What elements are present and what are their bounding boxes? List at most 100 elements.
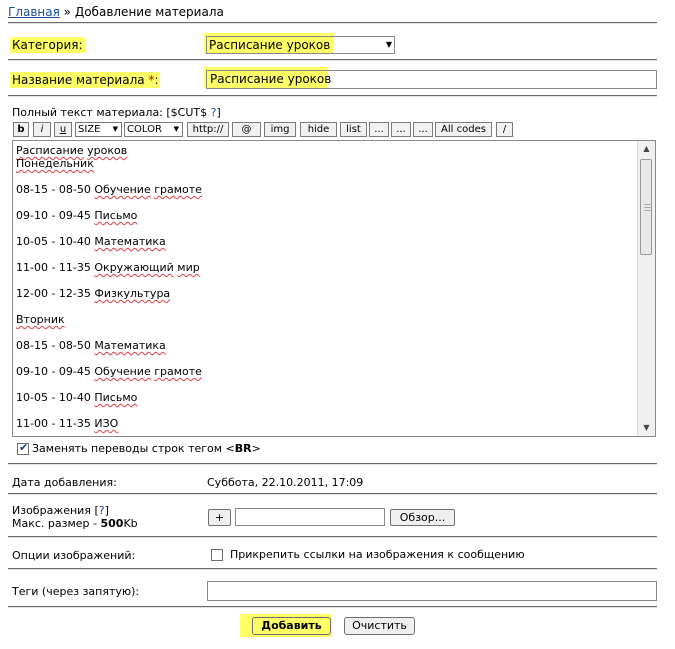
divider	[8, 493, 657, 495]
browse-button[interactable]: Обзор...	[390, 509, 455, 526]
content-text: 08-15 - 08-50	[16, 183, 95, 196]
content-line: Расписание уроков	[16, 144, 635, 157]
content-text: 09-10 - 09-45	[16, 209, 95, 222]
content-text: 08-15 - 08-50	[16, 339, 95, 352]
content-line: Понедельник	[16, 157, 635, 170]
checkmark-icon: ✔	[19, 441, 29, 454]
email-button[interactable]: @	[232, 122, 261, 137]
content-line	[16, 170, 635, 183]
content-line: 12-00 - 12-35 Физкультура	[16, 287, 635, 300]
fulltext-label-text: Полный текст материала: [$CUT$	[12, 106, 208, 119]
max-size-text: Макс. размер - 500Kb	[12, 517, 138, 530]
content-line: 08-15 - 08-50 Обучение грамоте	[16, 183, 635, 196]
breadcrumb-separator: »	[63, 5, 72, 19]
images-label: Изображения [?]	[12, 504, 109, 517]
spellcheck-word: Окружающий	[94, 261, 174, 274]
image-file-input[interactable]	[235, 508, 385, 526]
attach-links-label: Прикрепить ссылки на изображения к сообщ…	[230, 548, 525, 561]
content-text: 10-05 - 10-40	[16, 235, 95, 248]
spellcheck-word: мир	[177, 261, 200, 274]
italic-button[interactable]: i	[33, 122, 51, 137]
max-size-value: 500	[100, 517, 124, 530]
content-text: 11-00 - 11-35	[16, 417, 95, 430]
vertical-scrollbar[interactable]: ▲ — — — ▼	[637, 141, 655, 436]
tags-label: Теги (через запятую):	[12, 585, 140, 598]
divider	[8, 95, 657, 97]
spellcheck-word: ИЗО	[94, 417, 119, 430]
spellcheck-word: Обучение	[94, 365, 151, 378]
chevron-down-icon: ▼	[173, 125, 179, 133]
spellcheck-word: Обучение	[94, 183, 151, 196]
br-option-text: Заменять переводы строк тегом <	[32, 442, 235, 455]
content-line: Вторник	[16, 313, 635, 326]
max-size-unit: Kb	[123, 517, 138, 530]
color-select[interactable]: COLOR ▼	[124, 122, 183, 137]
bold-button[interactable]: b	[13, 122, 29, 137]
code-button-3[interactable]: ...	[413, 122, 433, 137]
fulltext-label-close: ]	[216, 106, 221, 119]
size-select[interactable]: SIZE ▼	[75, 122, 122, 137]
code-button-2[interactable]: ...	[391, 122, 411, 137]
size-select-label: SIZE	[78, 124, 101, 135]
content-text: 12-00 - 12-35	[16, 287, 95, 300]
spellcheck-word: Физкультура	[94, 287, 171, 300]
spellcheck-word: Понедельник	[16, 157, 94, 170]
category-select[interactable]: Расписание уроков ▼	[206, 36, 395, 54]
images-label-close: ]	[104, 504, 109, 517]
spellcheck-word: Вторник	[16, 313, 65, 326]
divider	[8, 59, 657, 61]
title-input[interactable]: Расписание уроков	[206, 70, 657, 89]
attach-links-checkbox[interactable]	[211, 549, 223, 561]
max-size-label: Макс. размер -	[12, 517, 101, 530]
image-options-label: Опции изображений:	[12, 549, 136, 562]
content-line	[16, 404, 635, 417]
scroll-up-icon[interactable]: ▲	[638, 141, 655, 157]
content-line: 10-05 - 10-40 Письмо	[16, 391, 635, 404]
content-line	[16, 196, 635, 209]
content-line: 08-15 - 08-50 Математика	[16, 339, 635, 352]
hide-button[interactable]: hide	[300, 122, 337, 137]
title-label: Название материала *:	[10, 72, 161, 88]
tags-input[interactable]	[207, 581, 657, 601]
breadcrumb: Главная » Добавление материала	[8, 5, 224, 19]
scroll-down-icon[interactable]: ▼	[638, 420, 655, 436]
content-line	[16, 326, 635, 339]
all-codes-button[interactable]: All codes	[435, 122, 492, 137]
content-line: 11-00 - 11-35 ИЗО	[16, 417, 635, 430]
spellcheck-word: грамоте	[154, 183, 202, 196]
fulltext-content: Расписание уроков Понедельник 08-15 - 08-…	[16, 144, 635, 430]
date-value: Суббота, 22.10.2011, 17:09	[207, 476, 364, 489]
scrollbar-thumb[interactable]: — — —	[640, 159, 652, 255]
spellcheck-word: Письмо	[94, 209, 138, 222]
list-button[interactable]: list	[340, 122, 367, 137]
fulltext-label: Полный текст материала: [$CUT$ ?]	[12, 106, 221, 119]
chevron-down-icon: ▼	[112, 125, 118, 133]
content-line	[16, 378, 635, 391]
content-line	[16, 274, 635, 287]
content-line	[16, 352, 635, 365]
spellcheck-word: уроков	[87, 144, 128, 157]
url-button[interactable]: http://	[187, 122, 229, 137]
close-tags-button[interactable]: /	[496, 122, 513, 137]
img-button[interactable]: img	[264, 122, 296, 137]
submit-button[interactable]: Добавить	[252, 617, 331, 635]
code-button-1[interactable]: ...	[369, 122, 389, 137]
divider	[8, 463, 657, 465]
grip-icon: — — —	[644, 200, 651, 214]
spellcheck-word: Расписание	[16, 144, 84, 157]
reset-button[interactable]: Очистить	[344, 617, 415, 635]
breadcrumb-home-link[interactable]: Главная	[8, 5, 60, 19]
date-label: Дата добавления:	[12, 476, 117, 489]
images-label-text: Изображения [	[12, 504, 99, 517]
content-line: 09-10 - 09-45 Письмо	[16, 209, 635, 222]
fulltext-textarea[interactable]: Расписание уроков Понедельник 08-15 - 08-…	[12, 140, 656, 437]
br-checkbox[interactable]: ✔	[17, 441, 29, 455]
br-option-label: Заменять переводы строк тегом <BR>	[32, 442, 261, 455]
add-image-button[interactable]: +	[208, 509, 231, 526]
content-text: 11-00 - 11-35	[16, 261, 95, 274]
content-text: 09-10 - 09-45	[16, 365, 95, 378]
title-label-colon: :	[154, 73, 159, 87]
divider	[8, 568, 657, 570]
underline-button[interactable]: u	[54, 122, 72, 137]
title-label-text: Название материала	[12, 73, 145, 87]
